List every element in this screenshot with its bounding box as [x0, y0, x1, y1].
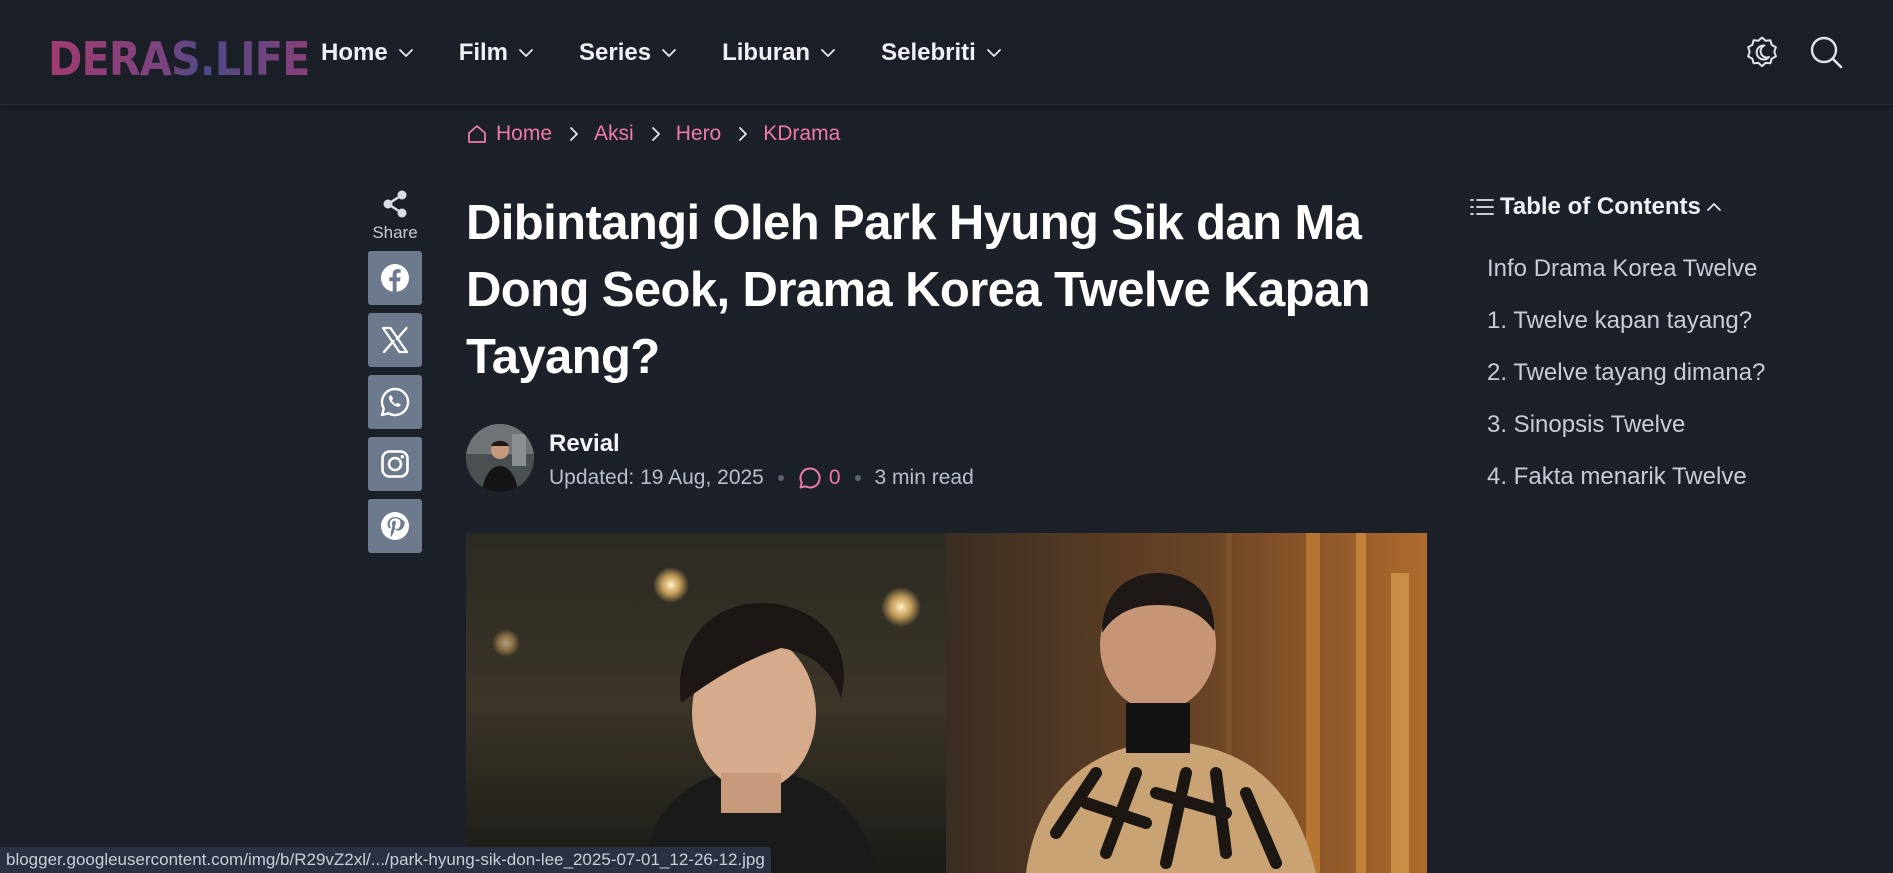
meta-separator: [854, 475, 861, 481]
breadcrumb-home[interactable]: Home: [466, 122, 552, 146]
comment-icon: [799, 467, 821, 489]
main-nav: Home Film Series Liburan Selebriti: [321, 36, 1047, 70]
toc-item[interactable]: 1. Twelve kapan tayang?: [1487, 304, 1765, 356]
comment-count-link[interactable]: 0: [798, 466, 841, 490]
nav-item-home[interactable]: Home: [321, 36, 414, 70]
article-title: Dibintangi Oleh Park Hyung Sik dan Ma Do…: [466, 196, 1371, 384]
toc-toggle[interactable]: Table of Contents: [1470, 193, 1722, 221]
x-twitter-icon: [381, 326, 409, 354]
nav-label: Home: [321, 39, 388, 66]
whatsapp-icon: [380, 387, 410, 417]
nav-item-series[interactable]: Series: [579, 36, 677, 70]
toc-list: Info Drama Korea Twelve 1. Twelve kapan …: [1487, 252, 1765, 512]
share-pinterest-button[interactable]: [368, 499, 422, 553]
nav-item-selebriti[interactable]: Selebriti: [881, 36, 1002, 70]
meta-separator: [777, 475, 784, 481]
nav-label: Series: [579, 39, 652, 66]
share-bar: Share: [368, 188, 422, 553]
share-facebook-button[interactable]: [368, 251, 422, 305]
share-label: Share: [372, 223, 418, 242]
breadcrumb-label: Aksi: [594, 122, 634, 145]
nav-item-film[interactable]: Film: [459, 36, 534, 70]
chevron-right-icon: [569, 126, 579, 142]
chevron-down-icon: [662, 49, 676, 57]
instagram-icon: [381, 450, 409, 478]
featured-image[interactable]: [466, 533, 1427, 873]
chevron-down-icon: [986, 49, 1001, 57]
list-icon: [1470, 199, 1494, 215]
author-name[interactable]: Revial: [549, 430, 620, 458]
author-avatar[interactable]: [466, 424, 534, 492]
breadcrumb-label: KDrama: [763, 122, 841, 145]
home-icon: [468, 125, 486, 143]
pinterest-icon: [381, 512, 409, 540]
search-icon[interactable]: [1808, 34, 1844, 70]
chevron-down-icon: [519, 49, 533, 57]
read-time: 3 min read: [874, 466, 974, 489]
chevron-up-icon: [1706, 203, 1721, 211]
chevron-right-icon: [738, 126, 748, 142]
toc-item[interactable]: 4. Fakta menarik Twelve: [1487, 460, 1765, 512]
browser-status-url: blogger.googleusercontent.com/img/b/R29v…: [0, 847, 771, 873]
toc-item[interactable]: 3. Sinopsis Twelve: [1487, 408, 1765, 460]
nav-label: Film: [458, 39, 509, 66]
toc-item[interactable]: 2. Twelve tayang dimana?: [1487, 356, 1765, 408]
site-logo[interactable]: DERAS.LIFE: [48, 33, 310, 85]
updated-date: Updated: 19 Aug, 2025: [549, 466, 764, 489]
breadcrumb-label: Home: [496, 122, 553, 145]
chevron-down-icon: [398, 49, 413, 57]
share-icon: [383, 190, 407, 218]
toc-title: Table of Contents: [1500, 193, 1701, 220]
comment-count: 0: [828, 466, 841, 489]
nav-label: Liburan: [722, 39, 811, 66]
facebook-icon: [381, 264, 409, 292]
theme-toggle-icon[interactable]: [1744, 34, 1780, 70]
nav-label: Selebriti: [881, 39, 976, 66]
breadcrumb-kdrama[interactable]: KDrama: [763, 122, 840, 146]
toc-item[interactable]: Info Drama Korea Twelve: [1487, 252, 1765, 304]
breadcrumb: Home Aksi Hero KDrama: [466, 122, 840, 146]
share-x-button[interactable]: [368, 313, 422, 367]
breadcrumb-label: Hero: [675, 122, 722, 145]
chevron-down-icon: [821, 49, 835, 57]
article-meta: Updated: 19 Aug, 2025 0 3 min read: [549, 466, 974, 490]
breadcrumb-hero[interactable]: Hero: [676, 122, 722, 146]
share-instagram-button[interactable]: [368, 437, 422, 491]
share-whatsapp-button[interactable]: [368, 375, 422, 429]
nav-item-liburan[interactable]: Liburan: [722, 36, 836, 70]
chevron-right-icon: [651, 126, 661, 142]
site-header: DERAS.LIFE Home Film Series Liburan Sele…: [0, 0, 1893, 105]
breadcrumb-aksi[interactable]: Aksi: [594, 122, 634, 146]
